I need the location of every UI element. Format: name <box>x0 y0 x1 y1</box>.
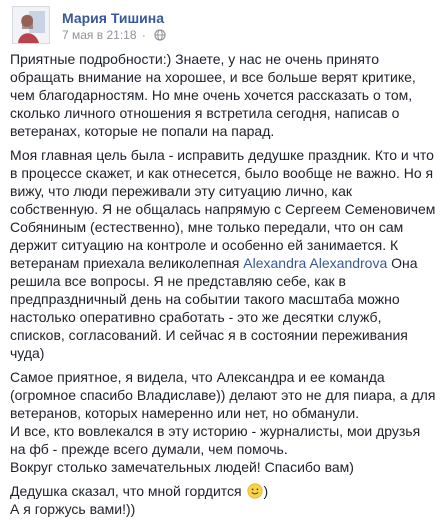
paragraph-line: Дедушка сказал, что мной гордится <box>10 483 242 499</box>
globe-icon[interactable] <box>154 29 166 41</box>
meta-separator: · <box>141 28 146 42</box>
post-paragraph-1: Приятные подробности:) Знаете, у нас не … <box>10 51 416 139</box>
paragraph-text: ) <box>263 483 269 499</box>
paragraph-line: Самое приятное, я видела, что Александра… <box>10 369 436 421</box>
paragraph-line: И все, кто вовлекался в эту историю - жу… <box>10 423 421 457</box>
mention-link[interactable]: Alexandra Alexandrova <box>243 255 387 271</box>
post-timestamp[interactable]: 7 мая в 21:18 <box>62 28 137 42</box>
paragraph-text: Моя главная цель была - исправить дедушк… <box>10 147 436 271</box>
post-meta: 7 мая в 21:18 · <box>62 28 166 42</box>
post-paragraph-4: Дедушка сказал, что мной гордится ) А я … <box>10 482 438 518</box>
smiling-face-emoji-icon <box>246 483 263 499</box>
post-header: Мария Тишина 7 мая в 21:18 · <box>10 6 430 48</box>
paragraph-line: Вокруг столько замечательных людей! Спас… <box>10 459 354 475</box>
post-paragraph-3: Самое приятное, я видела, что Александра… <box>10 368 438 476</box>
post-paragraph-2: Моя главная цель была - исправить дедушк… <box>10 146 438 362</box>
profile-photo-icon <box>13 7 49 43</box>
post-body: Приятные подробности:) Знаете, у нас не … <box>10 50 438 524</box>
avatar[interactable] <box>12 6 50 44</box>
author-name[interactable]: Мария Тишина <box>62 10 164 26</box>
paragraph-line: А я горжусь вами!)) <box>10 501 136 517</box>
